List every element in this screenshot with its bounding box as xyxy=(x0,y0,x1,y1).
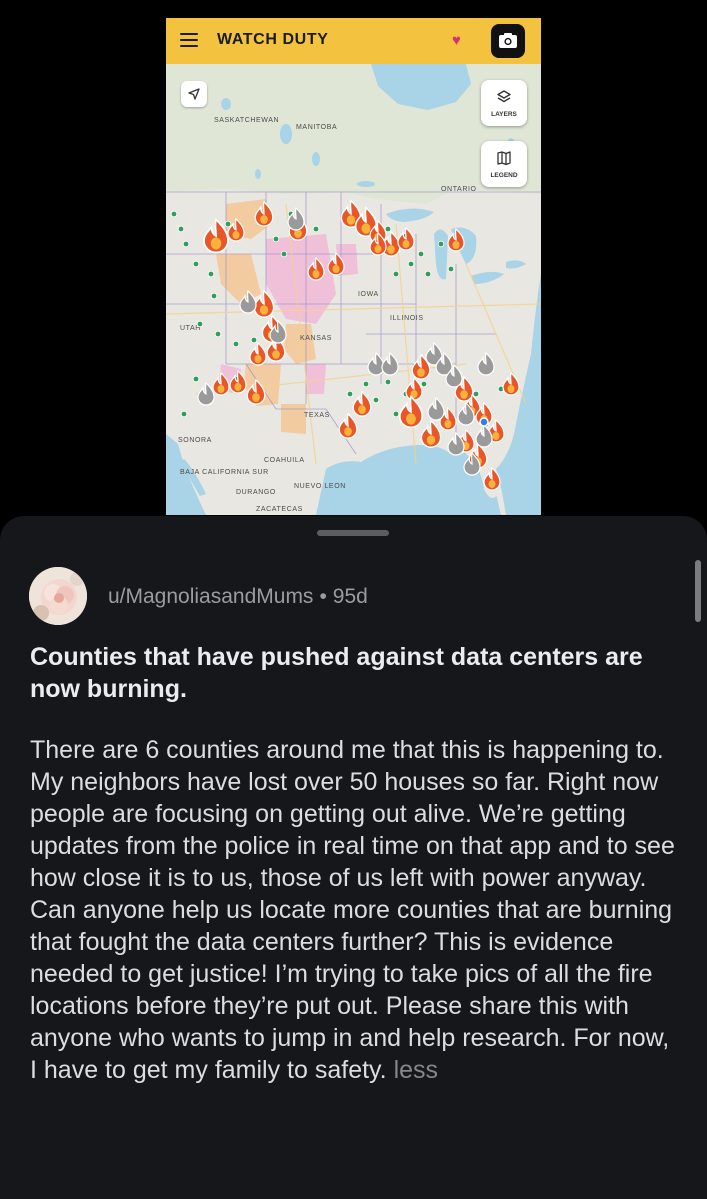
locate-button[interactable] xyxy=(181,81,207,107)
post-title: Counties that have pushed against data c… xyxy=(30,643,643,703)
map-label-6: KANSAS xyxy=(300,335,332,342)
incident-marker[interactable] xyxy=(250,336,258,344)
incident-marker[interactable] xyxy=(224,220,232,228)
map-legend-icon xyxy=(497,151,511,166)
user-location-marker xyxy=(479,417,489,427)
map-label-10: BAJA CALIFORNIA SUR xyxy=(180,469,269,476)
app-header: WATCH DUTY ♥ xyxy=(166,18,541,64)
map-label-12: NUEVO LEON xyxy=(294,483,346,490)
incident-marker[interactable] xyxy=(214,330,222,338)
incident-marker[interactable] xyxy=(192,260,200,268)
incident-marker[interactable] xyxy=(192,375,200,383)
incident-marker[interactable] xyxy=(170,210,178,218)
flower-avatar-icon xyxy=(29,567,87,625)
incident-marker[interactable] xyxy=(424,270,432,278)
map-label-7: TEXAS xyxy=(304,412,330,419)
map-label-3: IOWA xyxy=(358,291,379,298)
less-link[interactable]: less xyxy=(394,1056,438,1084)
incident-marker[interactable] xyxy=(407,260,415,268)
legend-button[interactable]: LEGEND xyxy=(481,141,527,187)
map-label-0: SASKATCHEWAN xyxy=(214,117,279,124)
author-link[interactable]: u/MagnoliasandMums xyxy=(108,585,313,608)
incident-marker[interactable] xyxy=(177,225,185,233)
layers-icon xyxy=(497,90,511,103)
post-age: 95d xyxy=(332,585,368,608)
post-sheet: u/MagnoliasandMums • 95d Counties that hav… xyxy=(0,516,707,1199)
incident-marker[interactable] xyxy=(420,380,428,388)
incident-marker[interactable] xyxy=(232,340,240,348)
post-body: There are 6 counties around me that this… xyxy=(30,734,680,1086)
avatar[interactable] xyxy=(29,567,87,625)
incident-marker[interactable] xyxy=(207,270,215,278)
map-label-8: SONORA xyxy=(178,437,212,444)
incident-marker[interactable] xyxy=(384,378,392,386)
incident-marker[interactable] xyxy=(392,410,400,418)
map-label-9: COAHUILA xyxy=(264,457,305,464)
incident-marker[interactable] xyxy=(384,225,392,233)
incident-marker[interactable] xyxy=(362,380,370,388)
incident-marker[interactable] xyxy=(312,225,320,233)
legend-label: LEGEND xyxy=(490,172,518,179)
map-label-2: ONTARIO xyxy=(441,186,477,193)
incident-marker[interactable] xyxy=(372,396,380,404)
sheet-grabber[interactable] xyxy=(317,530,389,536)
incident-marker[interactable] xyxy=(182,240,190,248)
post-body-text: There are 6 counties around me that this… xyxy=(30,736,675,1084)
incident-marker[interactable] xyxy=(417,250,425,258)
incident-marker[interactable] xyxy=(196,320,204,328)
incident-marker[interactable] xyxy=(472,390,480,398)
navigation-arrow-icon xyxy=(188,88,200,100)
map-label-1: MANITOBA xyxy=(296,124,337,131)
camera-button[interactable] xyxy=(491,24,525,58)
heart-icon[interactable]: ♥ xyxy=(452,32,461,49)
meta-separator: • xyxy=(319,585,327,608)
incident-marker[interactable] xyxy=(272,235,280,243)
incident-marker[interactable] xyxy=(180,410,188,418)
hamburger-menu-icon[interactable] xyxy=(180,33,198,47)
app-title: WATCH DUTY xyxy=(217,31,329,48)
layers-label: LAYERS xyxy=(491,111,517,118)
map-label-4: ILLINOIS xyxy=(390,315,424,322)
watch-duty-screenshot: WATCH DUTY ♥ SASKATCHEWAN MANITOBA ONTAR… xyxy=(166,18,541,515)
camera-icon xyxy=(499,33,517,48)
scrollbar[interactable] xyxy=(695,560,701,622)
incident-marker[interactable] xyxy=(280,250,288,258)
incident-marker[interactable] xyxy=(346,390,354,398)
layers-button[interactable]: LAYERS xyxy=(481,80,527,126)
incident-marker[interactable] xyxy=(210,292,218,300)
incident-marker[interactable] xyxy=(437,240,445,248)
map-label-13: ZACATECAS xyxy=(256,506,303,513)
incident-marker[interactable] xyxy=(447,265,455,273)
post-meta: u/MagnoliasandMums • 95d xyxy=(108,585,368,609)
fire-map[interactable]: SASKATCHEWAN MANITOBA ONTARIO IOWA ILLIN… xyxy=(166,64,541,515)
map-label-11: DURANGO xyxy=(236,489,276,496)
incident-marker[interactable] xyxy=(392,270,400,278)
